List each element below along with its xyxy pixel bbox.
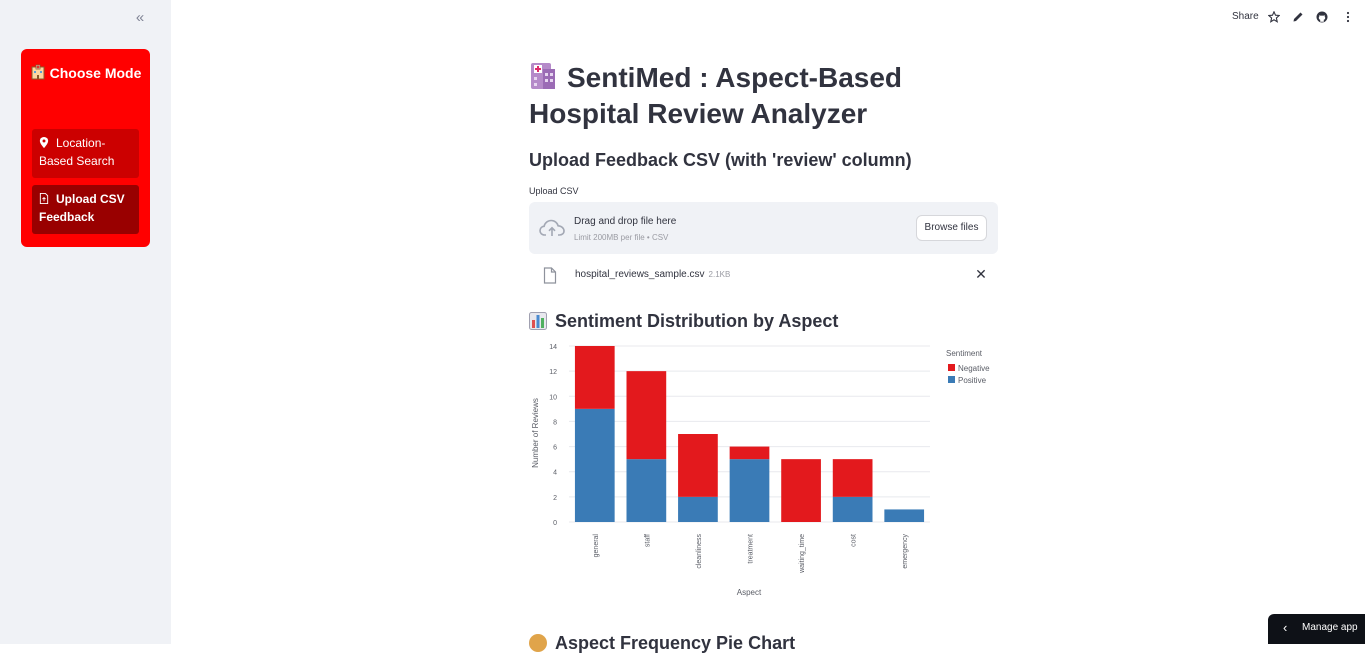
x-tick-label: cost bbox=[851, 534, 858, 547]
x-tick-label: treatment bbox=[748, 534, 755, 564]
x-tick-label: emergency bbox=[902, 534, 909, 569]
location-search-button[interactable]: Location-Based Search bbox=[32, 129, 139, 178]
location-search-label: Location-Based Search bbox=[39, 136, 115, 168]
bar-negative-general[interactable] bbox=[574, 346, 615, 409]
file-size: 2.1KB bbox=[708, 270, 731, 279]
legend-label-positive[interactable]: Positive bbox=[958, 376, 987, 385]
mode-card-title: Choose Mode bbox=[21, 63, 150, 84]
hospital-building-icon bbox=[531, 63, 555, 89]
bar-positive-emergency[interactable] bbox=[884, 509, 925, 522]
x-tick-label: cleanliness bbox=[696, 534, 703, 569]
hospital-icon bbox=[31, 64, 45, 80]
y-tick-label: 2 bbox=[553, 495, 557, 502]
upload-csv-label: Upload CSV Feedback bbox=[39, 192, 125, 224]
file-name-text: hospital_reviews_sample.csv bbox=[575, 269, 705, 280]
legend-label-negative[interactable]: Negative bbox=[958, 364, 990, 373]
chart-heading-text: Sentiment Distribution by Aspect bbox=[555, 311, 839, 331]
uploaded-file-row: hospital_reviews_sample.csv 2.1KB ✕ bbox=[529, 262, 998, 288]
file-icon bbox=[543, 267, 557, 284]
github-icon[interactable] bbox=[1316, 11, 1328, 23]
legend-swatch-negative bbox=[948, 364, 955, 371]
legend-title: Sentiment bbox=[946, 349, 983, 358]
y-tick-label: 8 bbox=[553, 419, 557, 426]
bar-positive-cleanliness[interactable] bbox=[678, 496, 718, 522]
collapse-sidebar-icon[interactable]: « bbox=[131, 9, 149, 27]
file-dropzone[interactable]: Drag and drop file here Limit 200MB per … bbox=[529, 202, 998, 254]
pencil-icon[interactable] bbox=[1292, 11, 1304, 23]
bar-negative-waiting_time[interactable] bbox=[781, 459, 821, 522]
y-tick-label: 4 bbox=[553, 470, 557, 477]
sidebar: « Choose Mode Location-Based Search Uplo… bbox=[0, 0, 171, 644]
dropzone-instructions: Drag and drop file here bbox=[574, 216, 677, 227]
bar-positive-staff[interactable] bbox=[626, 459, 667, 522]
legend-swatch-positive bbox=[948, 376, 955, 383]
y-tick-label: 10 bbox=[549, 394, 557, 401]
chart-heading: Sentiment Distribution by Aspect bbox=[529, 311, 838, 332]
y-tick-label: 0 bbox=[553, 520, 557, 527]
x-axis-label: Aspect bbox=[737, 588, 762, 597]
manage-app-button[interactable]: ‹ Manage app bbox=[1268, 614, 1365, 644]
y-tick-label: 14 bbox=[549, 344, 557, 351]
manage-app-label: Manage app bbox=[1302, 622, 1358, 633]
y-axis-label: Number of Reviews bbox=[531, 398, 540, 468]
bar-negative-cost[interactable] bbox=[832, 459, 873, 497]
browse-files-button[interactable]: Browse files bbox=[916, 215, 987, 241]
uploaded-file-name: hospital_reviews_sample.csv 2.1KB bbox=[575, 269, 730, 280]
x-tick-label: staff bbox=[644, 534, 651, 547]
bar-positive-general[interactable] bbox=[574, 408, 615, 522]
y-tick-label: 6 bbox=[553, 445, 557, 452]
map-pin-icon bbox=[39, 137, 49, 148]
upload-label: Upload CSV bbox=[529, 186, 579, 196]
bar-negative-staff[interactable] bbox=[626, 371, 667, 460]
page-title-text: SentiMed : Aspect-Based Hospital Review … bbox=[529, 62, 903, 129]
chevron-left-icon: ‹ bbox=[1283, 620, 1288, 635]
chart-legend: Sentiment Negative Positive bbox=[946, 349, 990, 385]
cloud-upload-icon bbox=[539, 219, 565, 236]
bar-negative-treatment[interactable] bbox=[729, 446, 770, 460]
star-icon[interactable] bbox=[1268, 11, 1280, 23]
pie-chart-heading-text: Aspect Frequency Pie Chart bbox=[555, 633, 796, 653]
bar-positive-cost[interactable] bbox=[832, 496, 873, 522]
bar-chart-icon bbox=[529, 312, 547, 330]
upload-heading: Upload Feedback CSV (with 'review' colum… bbox=[529, 150, 912, 170]
page-title: SentiMed : Aspect-Based Hospital Review … bbox=[529, 60, 969, 132]
mode-card: Choose Mode Location-Based Search Upload… bbox=[21, 49, 150, 247]
more-vertical-icon[interactable] bbox=[1342, 11, 1354, 23]
bar-positive-treatment[interactable] bbox=[729, 459, 770, 522]
mode-card-title-text: Choose Mode bbox=[49, 65, 142, 81]
file-upload-icon bbox=[39, 193, 49, 204]
sentiment-bar-chart: 0 2 4 6 8 10 12 14 general staff cleanliness treatm… bbox=[531, 344, 990, 597]
x-tick-label: general bbox=[593, 534, 600, 558]
remove-file-icon[interactable]: ✕ bbox=[975, 267, 987, 281]
pie-chart-icon bbox=[529, 634, 547, 652]
y-tick-label: 12 bbox=[549, 369, 557, 376]
share-button[interactable]: Share bbox=[1232, 11, 1259, 22]
dropzone-limit: Limit 200MB per file • CSV bbox=[574, 233, 669, 242]
x-tick-label: waiting_time bbox=[799, 534, 806, 574]
bar-negative-cleanliness[interactable] bbox=[678, 434, 718, 497]
upload-csv-button[interactable]: Upload CSV Feedback bbox=[32, 185, 139, 234]
